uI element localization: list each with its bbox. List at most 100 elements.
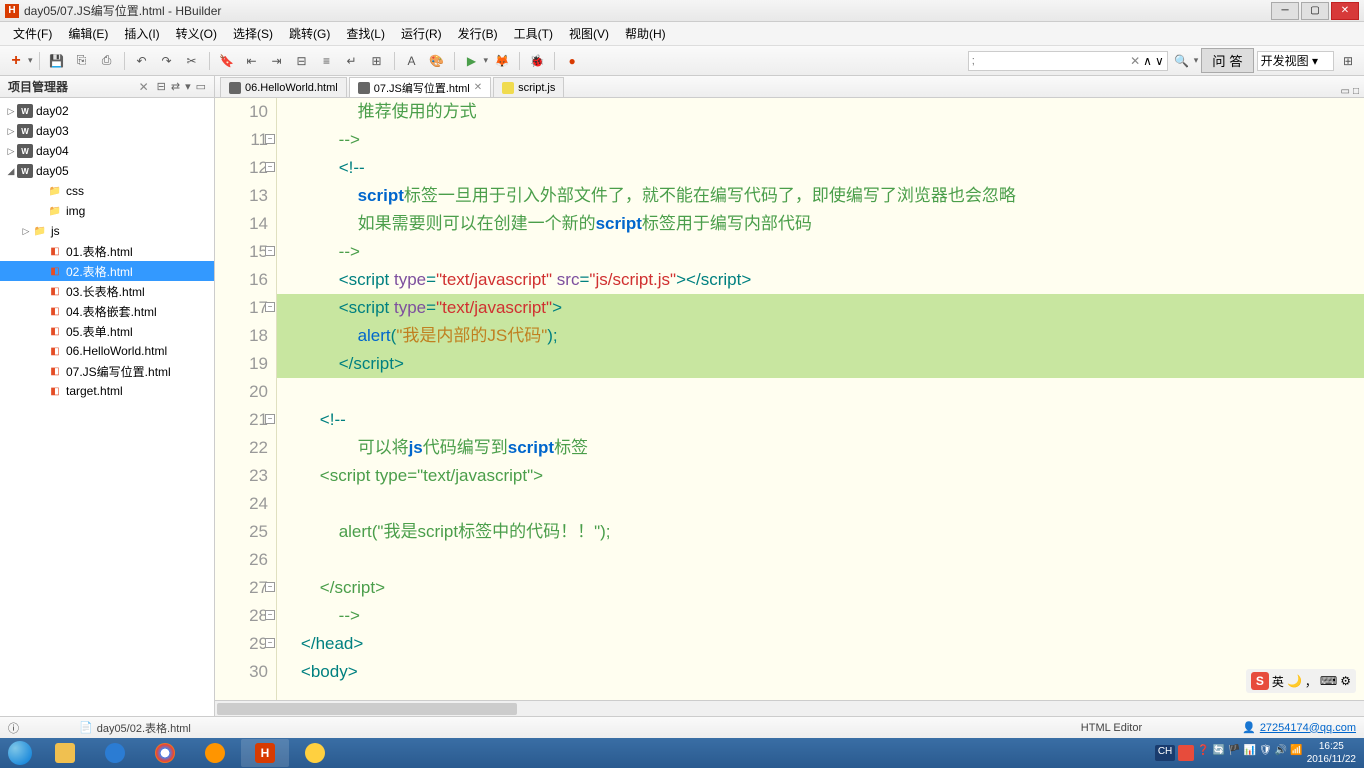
menu-file[interactable]: 文件(F): [5, 22, 60, 45]
run-dropdown-icon[interactable]: ▾: [484, 55, 489, 66]
search-box[interactable]: ✕ ∧ ∨: [968, 51, 1168, 71]
status-account[interactable]: 27254174@qq.com: [1260, 722, 1356, 734]
start-button[interactable]: [0, 738, 40, 768]
tab-close-icon[interactable]: ✕: [474, 82, 482, 93]
run-button[interactable]: ▶: [461, 50, 483, 72]
view-mode-select[interactable]: 开发视图 ▾: [1257, 51, 1334, 71]
indent-right-button[interactable]: ⇥: [266, 50, 288, 72]
debug-button[interactable]: 🐞: [526, 50, 548, 72]
search-icon[interactable]: 🔍: [1171, 50, 1193, 72]
menu-run[interactable]: 运行(R): [393, 22, 450, 45]
tree-item-day03[interactable]: ▷Wday03: [0, 121, 214, 141]
tray-network-icon[interactable]: 📶: [1290, 745, 1302, 761]
save-button[interactable]: 💾: [46, 50, 68, 72]
ime-lang-icon[interactable]: 英: [1272, 673, 1284, 690]
tab-helloworld[interactable]: 06.HelloWorld.html: [220, 77, 347, 97]
tree-item-03-长表格-html[interactable]: ◧03.长表格.html: [0, 281, 214, 301]
link-editor-icon[interactable]: ⇄: [171, 80, 180, 93]
task-chat[interactable]: [291, 739, 339, 767]
close-button[interactable]: ✕: [1331, 2, 1359, 20]
next-match-icon[interactable]: ∨: [1155, 54, 1164, 68]
tray-help-icon[interactable]: ❓: [1197, 745, 1209, 761]
task-firefox[interactable]: [191, 739, 239, 767]
prev-match-icon[interactable]: ∧: [1143, 54, 1152, 68]
code-content[interactable]: 推荐使用的方式 --> <!-- script标签一旦用于引入外部文件了，就不能…: [277, 98, 1364, 700]
font-button[interactable]: A: [401, 50, 423, 72]
code-editor[interactable]: 1011−12−131415−1617−18192021−22232425262…: [215, 98, 1364, 700]
menu-edit[interactable]: 编辑(E): [60, 22, 116, 45]
tree-item-img[interactable]: 📁img: [0, 201, 214, 221]
tree-item-css[interactable]: 📁css: [0, 181, 214, 201]
color-button[interactable]: 🎨: [426, 50, 448, 72]
sidebar-menu-icon[interactable]: ▾: [185, 80, 191, 93]
file-tree[interactable]: ▷Wday02▷Wday03▷Wday04◢Wday05📁css📁img▷📁js…: [0, 98, 214, 716]
scrollbar-thumb[interactable]: [217, 703, 517, 715]
horizontal-scrollbar[interactable]: [215, 700, 1364, 716]
menu-help[interactable]: 帮助(H): [617, 22, 674, 45]
clear-icon[interactable]: ✕: [1130, 54, 1140, 68]
ime-punct-icon[interactable]: ，: [1305, 673, 1317, 690]
tray-flag-icon[interactable]: 🏴: [1228, 745, 1240, 761]
menu-insert[interactable]: 插入(I): [116, 22, 167, 45]
tab-scriptjs[interactable]: script.js: [493, 77, 564, 97]
format-button[interactable]: ≡: [316, 50, 338, 72]
tree-item-target-html[interactable]: ◧target.html: [0, 381, 214, 401]
menu-tools[interactable]: 工具(T): [506, 22, 561, 45]
task-explorer[interactable]: [41, 739, 89, 767]
tree-item-02-表格-html[interactable]: ◧02.表格.html: [0, 261, 214, 281]
ime-keyboard-icon[interactable]: ⌨: [1320, 674, 1337, 688]
menu-view[interactable]: 视图(V): [561, 22, 617, 45]
outdent-button[interactable]: ⊟: [291, 50, 313, 72]
tray-sync-icon[interactable]: 🔄: [1213, 745, 1225, 761]
menu-select[interactable]: 选择(S): [225, 22, 281, 45]
wrap-button[interactable]: ↵: [341, 50, 363, 72]
ime-toolbar[interactable]: S 英 🌙 ， ⌨ ⚙: [1246, 669, 1356, 693]
tray-ch-icon[interactable]: CH: [1155, 745, 1175, 761]
tree-item-js[interactable]: ▷📁js: [0, 221, 214, 241]
indent-left-button[interactable]: ⇤: [241, 50, 263, 72]
taskbar-clock[interactable]: 16:25 2016/11/22: [1307, 740, 1356, 766]
sogou-ime-icon[interactable]: S: [1251, 672, 1269, 690]
new-button[interactable]: +: [5, 50, 27, 72]
minimize-button[interactable]: ─: [1271, 2, 1299, 20]
tree-item-day04[interactable]: ▷Wday04: [0, 141, 214, 161]
copy-button[interactable]: ⎙: [96, 50, 118, 72]
tree-item-04-表格嵌套-html[interactable]: ◧04.表格嵌套.html: [0, 301, 214, 321]
globe-button[interactable]: ●: [561, 50, 583, 72]
ime-settings-icon[interactable]: ⚙: [1340, 674, 1351, 688]
bookmark-button[interactable]: 🔖: [216, 50, 238, 72]
expand-button[interactable]: ⊞: [1337, 50, 1359, 72]
menu-goto[interactable]: 跳转(G): [281, 22, 338, 45]
tree-item-day02[interactable]: ▷Wday02: [0, 101, 214, 121]
menu-escape[interactable]: 转义(O): [168, 22, 225, 45]
tray-shield-icon[interactable]: 🛡: [1259, 745, 1272, 761]
cut-button[interactable]: ✂: [181, 50, 203, 72]
save-all-button[interactable]: ⎘: [71, 50, 93, 72]
tree-item-05-表单-html[interactable]: ◧05.表单.html: [0, 321, 214, 341]
menu-find[interactable]: 查找(L): [338, 22, 393, 45]
search-input[interactable]: [972, 55, 1130, 67]
editor-maximize-icon[interactable]: □: [1353, 86, 1359, 97]
firefox-button[interactable]: 🦊: [491, 50, 513, 72]
menu-publish[interactable]: 发行(B): [450, 22, 506, 45]
task-chrome[interactable]: [141, 739, 189, 767]
minimize-panel-icon[interactable]: ▭: [196, 80, 206, 93]
ime-moon-icon[interactable]: 🌙: [1287, 674, 1302, 688]
undo-button[interactable]: ↶: [131, 50, 153, 72]
redo-button[interactable]: ↷: [156, 50, 178, 72]
answer-button[interactable]: 问 答: [1201, 48, 1253, 73]
status-info-icon[interactable]: ⓘ: [8, 720, 19, 736]
tree-item-07-JS编写位置-html[interactable]: ◧07.JS编写位置.html: [0, 361, 214, 381]
search-dropdown-icon[interactable]: ▾: [1194, 55, 1199, 66]
tray-chart-icon[interactable]: 📊: [1244, 745, 1256, 761]
tree-item-day05[interactable]: ◢Wday05: [0, 161, 214, 181]
tray-volume-icon[interactable]: 🔊: [1275, 745, 1287, 761]
collapse-all-icon[interactable]: ⊟: [157, 80, 166, 93]
tree-item-06-HelloWorld-html[interactable]: ◧06.HelloWorld.html: [0, 341, 214, 361]
tray-sogou-icon[interactable]: [1178, 745, 1194, 761]
sidebar-close-icon[interactable]: ✕: [139, 80, 149, 94]
task-hbuilder[interactable]: H: [241, 739, 289, 767]
editor-minimize-icon[interactable]: ▭: [1341, 86, 1350, 97]
tab-js-position[interactable]: 07.JS编写位置.html✕: [349, 77, 491, 97]
maximize-button[interactable]: ▢: [1301, 2, 1329, 20]
